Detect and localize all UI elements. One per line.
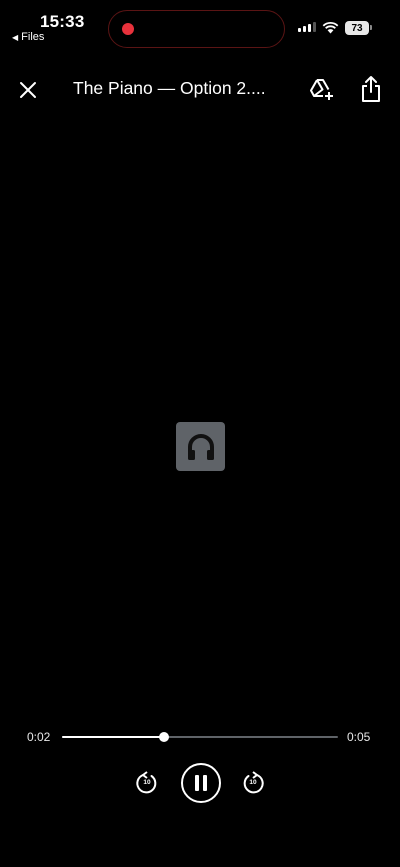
rewind-seconds: 10: [143, 779, 151, 786]
status-bar: 15:33 ◀ Files 73: [0, 0, 400, 56]
screen-recording-icon: [122, 23, 134, 35]
pause-icon: [195, 775, 207, 791]
total-time: 0:05: [347, 730, 371, 744]
back-app-label: Files: [21, 31, 45, 43]
dynamic-island[interactable]: [108, 10, 285, 48]
wifi-icon: [322, 21, 339, 34]
close-icon: [20, 82, 36, 98]
rewind-button[interactable]: 10: [133, 768, 161, 796]
player-top-bar: The Piano — Option 2....: [0, 68, 400, 110]
battery-tip: [370, 25, 372, 30]
seek-bar-row: 0:02 0:05: [0, 725, 400, 749]
pause-button[interactable]: [181, 763, 221, 803]
add-to-drive-icon: [310, 79, 333, 100]
share-icon: [362, 76, 380, 102]
playback-controls: 10 10: [0, 760, 400, 804]
seek-bar-progress: [62, 736, 165, 738]
back-triangle-icon: ◀: [12, 32, 19, 42]
headphones-icon: [187, 433, 214, 460]
audio-artwork: [176, 422, 225, 471]
close-button[interactable]: [14, 76, 42, 104]
battery-indicator: 73: [345, 21, 369, 35]
seek-bar-thumb[interactable]: [159, 732, 170, 742]
file-title: The Piano — Option 2....: [73, 78, 266, 98]
add-to-drive-button[interactable]: [307, 74, 337, 104]
seek-bar[interactable]: [62, 732, 338, 742]
forward-seconds: 10: [249, 779, 257, 786]
back-to-app-link[interactable]: ◀ Files: [12, 31, 44, 43]
share-button[interactable]: [356, 72, 386, 106]
cellular-signal-icon: [298, 22, 316, 32]
current-time: 0:02: [27, 730, 51, 744]
status-time: 15:33: [40, 12, 85, 31]
forward-button[interactable]: 10: [239, 768, 267, 796]
